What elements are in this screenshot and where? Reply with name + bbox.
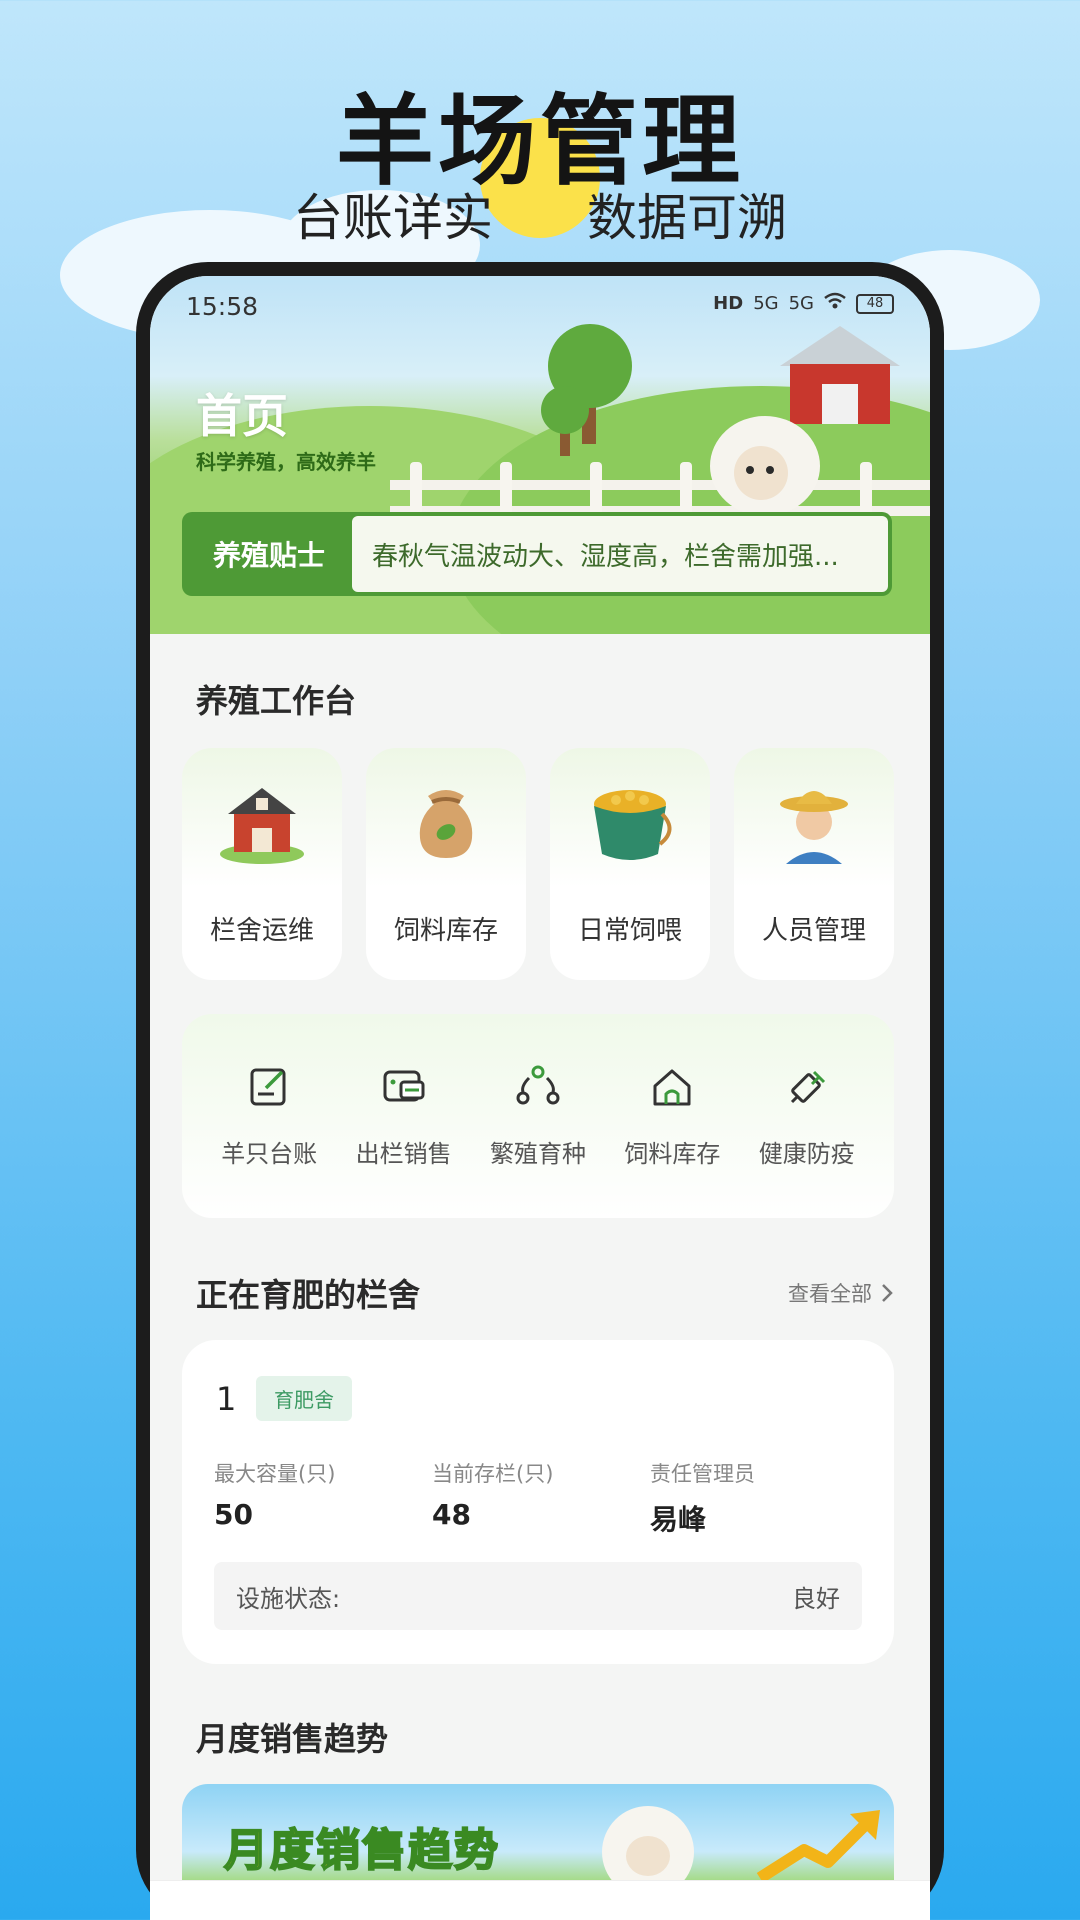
quick-action-label: 饲料库存 [624, 1140, 721, 1168]
stat-value: 易峰 [650, 1503, 707, 1536]
fattening-title: 正在育肥的栏舍 [196, 1276, 421, 1314]
tips-label: 养殖贴士 [212, 539, 325, 572]
sheep-illustration [710, 416, 820, 516]
chevron-right-icon [882, 1284, 893, 1302]
workbench-label: 日常饲喂 [577, 916, 682, 946]
quick-action-sales[interactable]: 出栏销售 [339, 1014, 469, 1218]
bottom-nav [150, 1880, 930, 1920]
workbench-item-staff[interactable]: 人员管理 [734, 748, 894, 980]
workbench-label: 栏舍运维 [209, 916, 314, 946]
stat-label: 当前存栏(只) [432, 1462, 554, 1486]
stat-label: 最大容量(只) [214, 1462, 336, 1486]
tree-icon [535, 386, 595, 456]
facility-status: 设施状态: 良好 [214, 1562, 862, 1630]
signal-icon: 5G [753, 293, 779, 314]
status-time: 15:58 [186, 292, 259, 321]
barn-icon [214, 774, 310, 870]
feed-sack-icon [398, 774, 494, 870]
view-all-link[interactable]: 查看全部 [788, 1278, 894, 1308]
barn-illustration [780, 326, 900, 424]
workbench-label: 饲料库存 [393, 916, 498, 946]
quick-action-feed-stock[interactable]: 饲料库存 [607, 1014, 737, 1218]
quick-actions: 羊只台账 出栏销售 繁殖育种 饲料库存 健康防疫 [182, 1014, 894, 1218]
hd-icon: HD [713, 293, 744, 314]
workbench-item-daily-feeding[interactable]: 日常饲喂 [550, 748, 710, 980]
quick-action-label: 繁殖育种 [489, 1140, 586, 1168]
quick-action-breeding[interactable]: 繁殖育种 [473, 1014, 603, 1218]
stat-max-capacity: 最大容量(只) 50 [214, 1458, 335, 1531]
phone-frame: 15:58 HD 5G 5G 48 首页 科学养殖，高效养羊 养殖贴士 春秋气温… [136, 262, 944, 1920]
quick-action-label: 健康防疫 [758, 1140, 855, 1168]
promo-subtitle: 台账详实 数据可溯 [0, 178, 1080, 250]
promo-subtitle-right: 数据可溯 [586, 189, 787, 247]
workbench-grid: 栏舍运维 饲料库存 日常饲喂 人员管理 [182, 748, 894, 980]
pen-card[interactable]: 1 育肥舍 最大容量(只) 50 当前存栏(只) 48 责任管理员 易峰 设施状… [182, 1340, 894, 1664]
stat-value: 48 [432, 1498, 471, 1531]
promo-subtitle-left: 台账详实 [293, 189, 494, 247]
quick-action-label: 羊只台账 [221, 1140, 318, 1168]
stat-manager: 责任管理员 易峰 [650, 1458, 755, 1538]
facility-status-value: 良好 [792, 1584, 840, 1613]
status-icons: HD 5G 5G 48 [713, 292, 894, 315]
page-title: 首页 [196, 389, 288, 443]
view-all-label: 查看全部 [788, 1282, 872, 1306]
sales-title: 月度销售趋势 [196, 1720, 389, 1758]
farmer-icon [766, 774, 862, 870]
tips-text: 春秋气温波动大、湿度高，栏舍需加强... [352, 516, 888, 592]
workbench-title: 养殖工作台 [196, 682, 357, 720]
wifi-icon [824, 292, 846, 315]
breeding-cycle-icon [516, 1065, 560, 1105]
quick-action-label: 出栏销售 [355, 1140, 452, 1168]
stat-value: 50 [214, 1498, 253, 1531]
workbench-label: 人员管理 [761, 916, 866, 946]
syringe-icon [790, 1070, 825, 1104]
ledger-edit-icon [250, 1068, 286, 1106]
stat-label: 责任管理员 [650, 1462, 755, 1486]
stat-current-stock: 当前存栏(只) 48 [432, 1458, 553, 1531]
facility-status-label: 设施状态: [236, 1584, 341, 1613]
pen-type-badge: 育肥舍 [256, 1376, 352, 1421]
tips-bar[interactable]: 养殖贴士 春秋气温波动大、湿度高，栏舍需加强... [182, 512, 892, 596]
status-bar: 15:58 HD 5G 5G 48 [150, 276, 930, 332]
page-subtitle: 科学养殖，高效养羊 [196, 450, 376, 474]
signal-icon: 5G [788, 293, 814, 314]
feed-bucket-icon [582, 774, 678, 870]
hero-header: 15:58 HD 5G 5G 48 首页 科学养殖，高效养羊 养殖贴士 春秋气温… [150, 276, 930, 634]
banner-text: 月度销售趋势 [223, 1824, 500, 1877]
sales-wallet-icon [383, 1070, 425, 1102]
workbench-item-barn[interactable]: 栏舍运维 [182, 748, 342, 980]
app-screen: 15:58 HD 5G 5G 48 首页 科学养殖，高效养羊 养殖贴士 春秋气温… [150, 276, 930, 1920]
trend-arrow-icon [756, 1810, 880, 1884]
house-icon [653, 1069, 691, 1106]
pen-number: 1 [216, 1380, 237, 1418]
quick-action-sheep-ledger[interactable]: 羊只台账 [204, 1014, 334, 1218]
quick-action-health[interactable]: 健康防疫 [742, 1014, 872, 1218]
battery-icon: 48 [856, 293, 894, 314]
workbench-item-feed-stock[interactable]: 饲料库存 [366, 748, 526, 980]
